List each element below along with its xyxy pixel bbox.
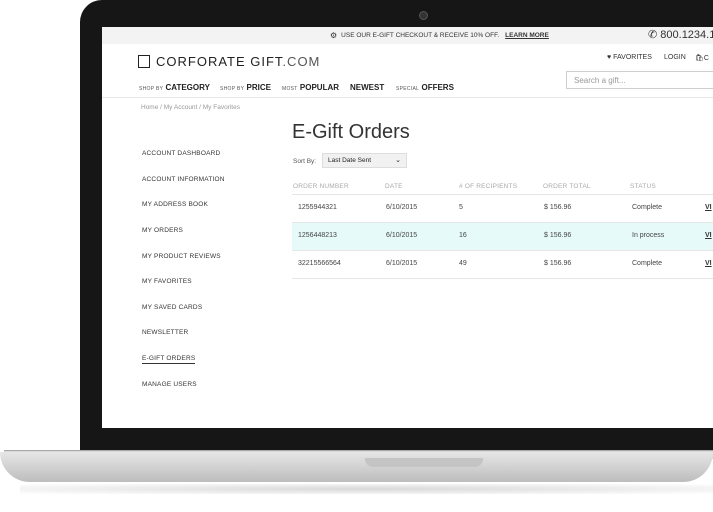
sidebar-item-newsletter[interactable]: NEWSLETTER [142, 329, 188, 336]
column-header-order-number: ORDER NUMBER [293, 183, 349, 190]
table-row: 1255944321 6/10/2015 5 $ 156.96 Complete… [292, 194, 713, 222]
nav-offers[interactable]: SPECIAL OFFERS [396, 83, 454, 92]
laptop-notch [365, 458, 483, 467]
gear-icon: ⚙ [330, 31, 338, 40]
column-header-order-total: ORDER TOTAL [543, 183, 591, 190]
order-number: 32215566564 [298, 260, 341, 267]
sidebar-item-manage-users[interactable]: MANAGE USERS [142, 381, 197, 388]
sidebar-item-egift-orders[interactable]: E-GIFT ORDERS [142, 355, 196, 364]
nav-category[interactable]: SHOP BY CATEGORY [139, 83, 210, 92]
column-header-recipients: # OF RECIPIENTS [459, 183, 518, 190]
order-recipients: 49 [459, 260, 467, 267]
sort-select[interactable]: Last Date Sent ⌄ [322, 153, 407, 168]
gift-icon [138, 55, 150, 68]
breadcrumb[interactable]: Home / My Account / My Favorites [141, 104, 240, 111]
sort-label: Sort By: [293, 158, 317, 165]
nav-price[interactable]: SHOP BY PRICE [220, 83, 271, 92]
page-title: E-Gift Orders [292, 121, 410, 143]
order-date: 6/10/2015 [386, 204, 418, 211]
website-screen: ⚙ USE OUR E-GIFT CHECKOUT & RECEIVE 10% O… [102, 27, 713, 428]
order-date: 6/10/2015 [386, 260, 418, 267]
order-recipients: 5 [459, 204, 463, 211]
sidebar-item-address-book[interactable]: MY ADDRESS BOOK [142, 201, 208, 208]
sidebar-item-saved-cards[interactable]: MY SAVED CARDS [142, 304, 202, 311]
sidebar-item-my-orders[interactable]: MY ORDERS [142, 227, 183, 234]
table-bottom-border [292, 278, 713, 279]
view-order-link[interactable]: VI [705, 260, 712, 267]
header-divider [102, 97, 713, 98]
order-status: Complete [632, 260, 662, 267]
column-header-date: DATE [385, 183, 403, 190]
promo-text: ⚙ USE OUR E-GIFT CHECKOUT & RECEIVE 10% O… [330, 31, 549, 40]
order-recipients: 16 [459, 232, 467, 239]
login-link[interactable]: LOGIN [664, 54, 686, 61]
nav-popular[interactable]: MOST POPULAR [282, 83, 339, 92]
order-status: In process [632, 232, 665, 239]
chevron-down-icon: ⌄ [395, 157, 401, 164]
view-order-link[interactable]: VI [705, 232, 712, 239]
bag-icon: 🛍︎ [695, 55, 704, 62]
order-status: Complete [632, 204, 662, 211]
cart-link[interactable]: 🛍︎C [695, 54, 709, 62]
order-total: $ 156.96 [544, 204, 572, 211]
search-input[interactable]: Search a gift... [566, 71, 713, 89]
site-logo[interactable]: CORFORATE GIFT.COM [138, 54, 320, 69]
order-number: 1256448213 [298, 232, 337, 239]
laptop-base [0, 452, 713, 482]
order-date: 6/10/2015 [386, 232, 418, 239]
view-order-link[interactable]: VI [705, 204, 712, 211]
nav-newest[interactable]: NEWEST [350, 83, 384, 92]
sidebar-item-product-reviews[interactable]: MY PRODUCT REVIEWS [142, 253, 221, 260]
favorites-link[interactable]: ♥ FAVORITES [607, 54, 652, 61]
sidebar-item-favorites[interactable]: MY FAVORITES [142, 278, 192, 285]
learn-more-link[interactable]: LEARN MORE [505, 32, 549, 39]
sidebar-item-account-information[interactable]: ACCOUNT INFORMATION [142, 176, 225, 183]
camera-icon [419, 11, 428, 20]
sidebar-item-account-dashboard[interactable]: ACCOUNT DASHBOARD [142, 150, 220, 157]
phone-icon: ✆ [648, 29, 661, 41]
promo-bar: ⚙ USE OUR E-GIFT CHECKOUT & RECEIVE 10% O… [102, 27, 713, 44]
table-row: 32215566564 6/10/2015 49 $ 156.96 Comple… [292, 250, 713, 278]
order-number: 1255944321 [298, 204, 337, 211]
phone-number: ✆ 800.1234.1 [648, 29, 713, 41]
order-total: $ 156.96 [544, 260, 572, 267]
order-total: $ 156.96 [544, 232, 572, 239]
column-header-status: STATUS [630, 183, 656, 190]
table-row-highlighted: 1256448213 6/10/2015 16 $ 156.96 In proc… [292, 222, 713, 250]
laptop-shadow [20, 484, 713, 494]
